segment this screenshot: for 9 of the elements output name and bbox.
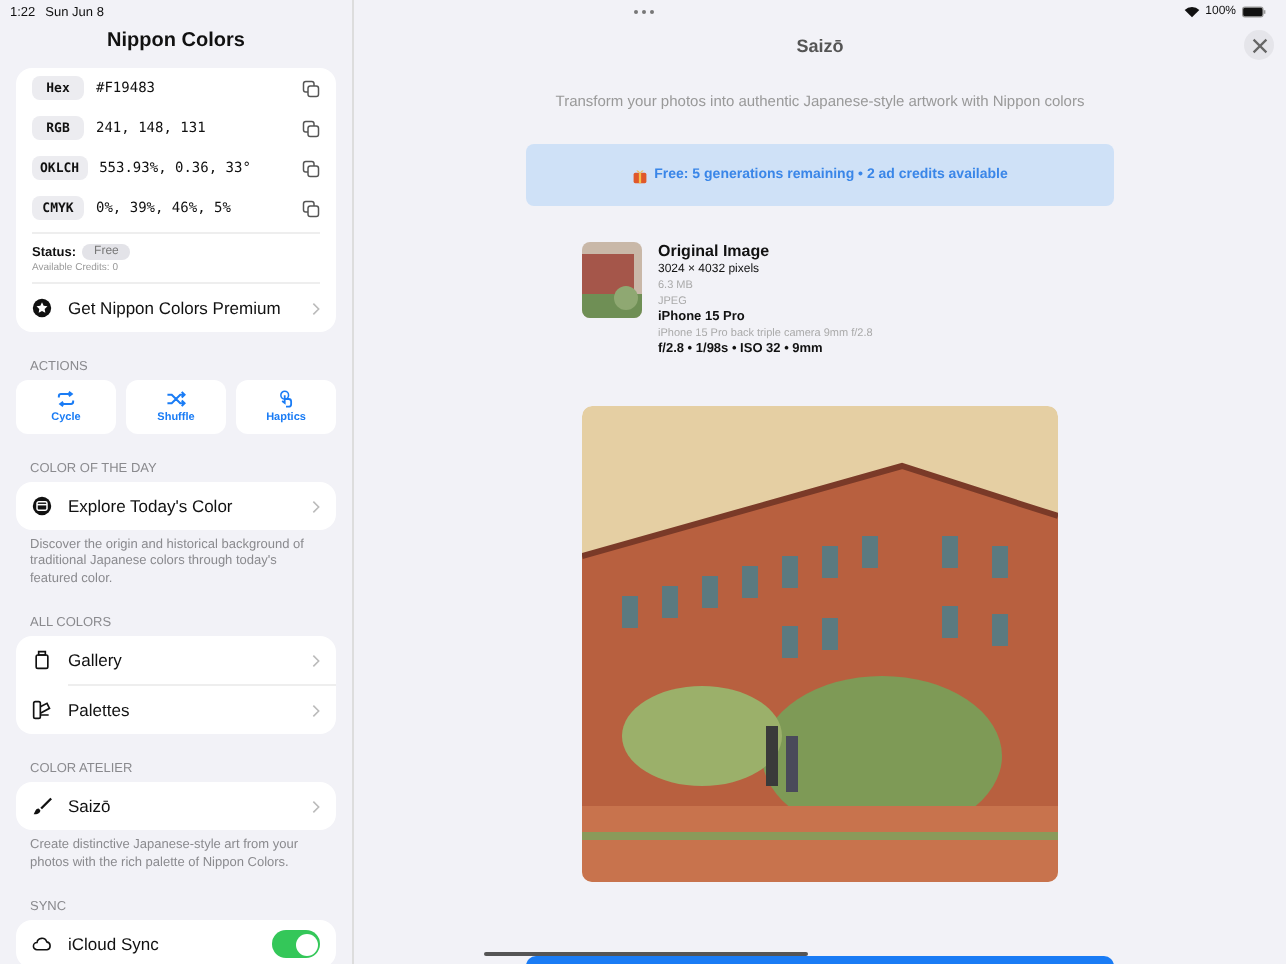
row-label: iCloud Sync (68, 934, 161, 955)
menu-row[interactable]: Saizō (16, 782, 336, 831)
page-title: Saizō (796, 35, 844, 55)
image-info: Original Image (658, 242, 772, 262)
menu-row[interactable]: Palettes (16, 686, 336, 735)
menu-row[interactable]: Gallery (16, 636, 336, 685)
premium-row[interactable]: Get Nippon Colors Premium (16, 284, 336, 332)
menu-row[interactable]: Explore Today's Color (16, 482, 336, 530)
sidebar-title: Nippon Colors (107, 28, 245, 56)
